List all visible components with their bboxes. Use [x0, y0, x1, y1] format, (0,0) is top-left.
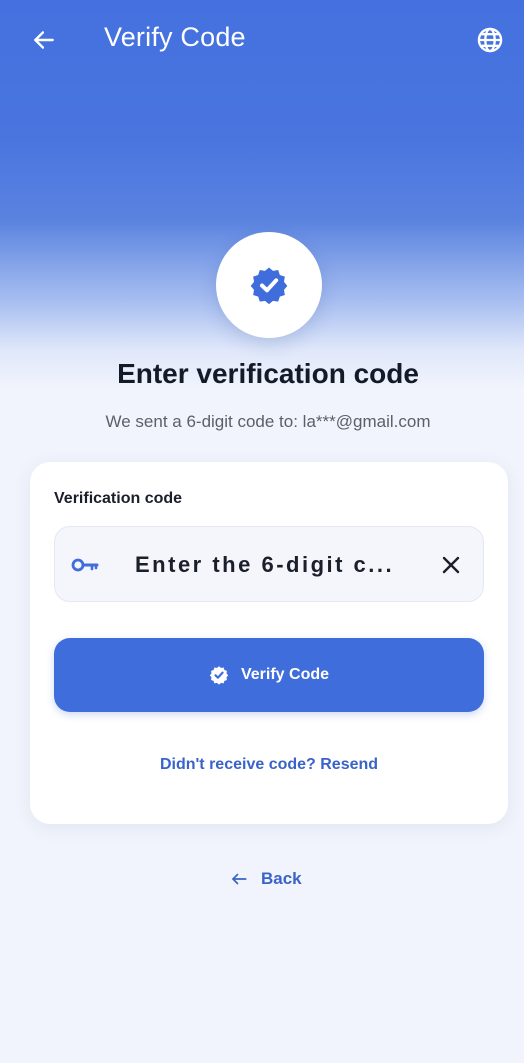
back-link-label: Back	[261, 869, 302, 888]
key-icon	[69, 551, 103, 579]
back-link[interactable]: Back	[229, 866, 302, 892]
page-heading: Enter verification code	[117, 358, 419, 389]
verification-code-label: Verification code	[54, 490, 183, 507]
verify-code-button[interactable]: Verify Code	[54, 638, 484, 712]
code-sent-subtext: We sent a 6-digit code to: la***@gmail.c…	[105, 412, 431, 431]
globe-icon[interactable]	[474, 24, 506, 56]
verified-badge-icon	[250, 267, 288, 305]
arrow-left-icon	[232, 873, 247, 885]
verified-badge-icon	[209, 666, 229, 685]
app-bar: Verify Code	[0, 0, 524, 82]
verify-code-button-label: Verify Code	[240, 666, 330, 683]
verification-code-input[interactable]	[135, 547, 425, 583]
verification-card: Verification code Verify Code Didn't rec…	[30, 462, 508, 824]
resend-code-link[interactable]: Didn't receive code? Resend	[30, 756, 508, 774]
back-arrow-icon[interactable]	[28, 24, 60, 56]
verification-code-field	[54, 526, 484, 602]
close-icon[interactable]	[437, 551, 465, 579]
app-title: Verify Code	[104, 22, 246, 52]
verified-badge-circle	[216, 232, 322, 338]
